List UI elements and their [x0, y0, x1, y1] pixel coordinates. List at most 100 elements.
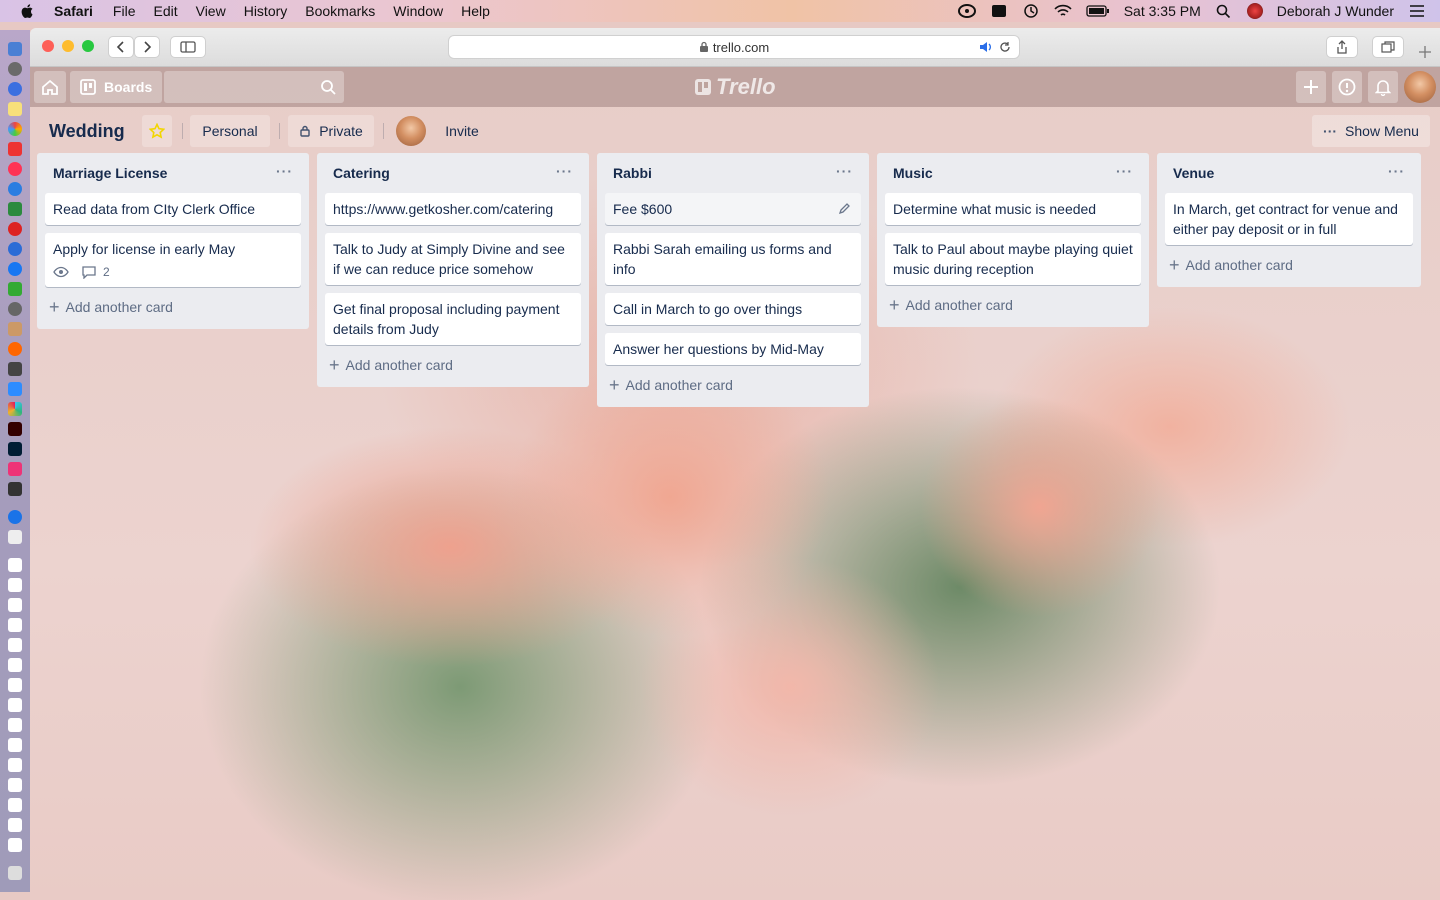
- doc-icon[interactable]: [8, 718, 22, 732]
- doc-icon[interactable]: [8, 698, 22, 712]
- notes-icon[interactable]: [8, 102, 22, 116]
- notification-center-icon[interactable]: [1408, 4, 1426, 18]
- board-member-avatar[interactable]: [396, 116, 426, 146]
- list-menu-icon[interactable]: ···: [556, 163, 573, 183]
- launchpad-icon[interactable]: [8, 62, 22, 76]
- card[interactable]: Call in March to go over things: [605, 293, 861, 325]
- list-menu-icon[interactable]: ···: [1388, 163, 1405, 183]
- safari-icon[interactable]: [8, 82, 22, 96]
- add-card-button[interactable]: + Add another card: [1165, 251, 1413, 279]
- messages-icon[interactable]: [8, 242, 22, 256]
- add-card-button[interactable]: + Add another card: [45, 293, 301, 321]
- team-button[interactable]: Personal: [190, 115, 270, 147]
- menu-window[interactable]: Window: [393, 3, 443, 19]
- close-window-button[interactable]: [42, 40, 54, 52]
- menubar-clock[interactable]: Sat 3:35 PM: [1124, 3, 1201, 19]
- list-menu-icon[interactable]: ···: [1116, 163, 1133, 183]
- share-button[interactable]: [1326, 36, 1358, 58]
- address-bar[interactable]: trello.com: [448, 35, 1020, 59]
- member-avatar[interactable]: [1404, 71, 1436, 103]
- photos-icon[interactable]: [8, 122, 22, 136]
- menu-help[interactable]: Help: [461, 3, 490, 19]
- calendar-icon[interactable]: [8, 142, 22, 156]
- doc-icon[interactable]: [8, 778, 22, 792]
- add-card-button[interactable]: + Add another card: [605, 371, 861, 399]
- info-button[interactable]: [1332, 71, 1362, 103]
- add-card-button[interactable]: + Add another card: [325, 351, 581, 379]
- menu-file[interactable]: File: [113, 3, 136, 19]
- tab-overview-button[interactable]: [1372, 36, 1404, 58]
- card[interactable]: Talk to Paul about maybe playing quiet m…: [885, 233, 1141, 285]
- board-title[interactable]: Wedding: [49, 121, 125, 142]
- compass-icon[interactable]: [8, 510, 22, 524]
- blocker-icon[interactable]: [8, 222, 22, 236]
- menubar-user-name[interactable]: Deborah J Wunder: [1277, 3, 1394, 19]
- card[interactable]: Determine what music is needed: [885, 193, 1141, 225]
- doc-icon[interactable]: [8, 598, 22, 612]
- doc-icon[interactable]: [8, 678, 22, 692]
- firefox-icon[interactable]: [8, 342, 22, 356]
- apple-icon[interactable]: [20, 3, 36, 19]
- card[interactable]: Read data from CIty Clerk Office: [45, 193, 301, 225]
- trello-logo[interactable]: Trello: [694, 74, 776, 99]
- game-controller-icon[interactable]: [8, 482, 22, 496]
- card[interactable]: Rabbi Sarah emailing us forms and info: [605, 233, 861, 285]
- list-menu-icon[interactable]: ···: [276, 163, 293, 183]
- zoom-window-button[interactable]: [82, 40, 94, 52]
- search-input[interactable]: [164, 71, 344, 103]
- doc-icon[interactable]: [8, 638, 22, 652]
- menu-view[interactable]: View: [196, 3, 226, 19]
- back-button[interactable]: [108, 36, 134, 58]
- menu-bookmarks[interactable]: Bookmarks: [305, 3, 375, 19]
- list-title[interactable]: Catering: [333, 165, 390, 181]
- card[interactable]: Apply for license in early May 2: [45, 233, 301, 287]
- new-tab-icon[interactable]: [1419, 46, 1431, 58]
- creative-cloud-icon[interactable]: [957, 4, 976, 18]
- doc-icon[interactable]: [8, 658, 22, 672]
- visibility-button[interactable]: Private: [288, 115, 374, 147]
- sidebar-toggle-button[interactable]: [170, 36, 206, 58]
- illustrator-icon[interactable]: [8, 422, 22, 436]
- add-card-button[interactable]: + Add another card: [885, 291, 1141, 319]
- battery-icon[interactable]: [1086, 4, 1110, 18]
- user-switch-icon[interactable]: [1246, 3, 1263, 19]
- card[interactable]: In March, get contract for venue and eit…: [1165, 193, 1413, 245]
- doc-icon[interactable]: [8, 758, 22, 772]
- trash-icon[interactable]: [8, 866, 22, 880]
- doc-icon[interactable]: [8, 738, 22, 752]
- doc-icon[interactable]: [8, 578, 22, 592]
- invite-button[interactable]: Invite: [434, 115, 490, 147]
- create-button[interactable]: [1296, 71, 1326, 103]
- wifi-icon[interactable]: [1054, 4, 1072, 18]
- spotlight-search-icon[interactable]: [1215, 4, 1233, 18]
- doc-icon[interactable]: [8, 838, 22, 852]
- menu-edit[interactable]: Edit: [153, 3, 177, 19]
- preview-icon[interactable]: [8, 530, 22, 544]
- zoom-icon[interactable]: [8, 382, 22, 396]
- android-icon[interactable]: [8, 282, 22, 296]
- forward-button[interactable]: [134, 36, 160, 58]
- minimize-window-button[interactable]: [62, 40, 74, 52]
- magnet-icon[interactable]: [8, 462, 22, 476]
- audio-playing-icon[interactable]: [979, 41, 993, 53]
- edge-icon[interactable]: [8, 262, 22, 276]
- reload-icon[interactable]: [999, 41, 1011, 53]
- finder-icon[interactable]: [8, 42, 22, 56]
- doc-icon[interactable]: [8, 558, 22, 572]
- card[interactable]: Answer her questions by Mid-May: [605, 333, 861, 365]
- disk-utility-icon[interactable]: [8, 302, 22, 316]
- star-board-button[interactable]: [142, 115, 172, 147]
- menu-app-safari[interactable]: Safari: [54, 3, 93, 19]
- list-title[interactable]: Marriage License: [53, 165, 167, 181]
- list-menu-icon[interactable]: ···: [836, 163, 853, 183]
- card[interactable]: Talk to Judy at Simply Divine and see if…: [325, 233, 581, 285]
- show-menu-button[interactable]: ··· Show Menu: [1312, 115, 1430, 147]
- book-icon[interactable]: [8, 322, 22, 336]
- time-machine-icon[interactable]: [1022, 4, 1040, 18]
- card[interactable]: Fee $600: [605, 193, 861, 225]
- photoshop-icon[interactable]: [8, 442, 22, 456]
- list-title[interactable]: Venue: [1173, 165, 1214, 181]
- shield-icon[interactable]: [8, 202, 22, 216]
- card[interactable]: Get final proposal including payment det…: [325, 293, 581, 345]
- notifications-icon[interactable]: [990, 4, 1008, 18]
